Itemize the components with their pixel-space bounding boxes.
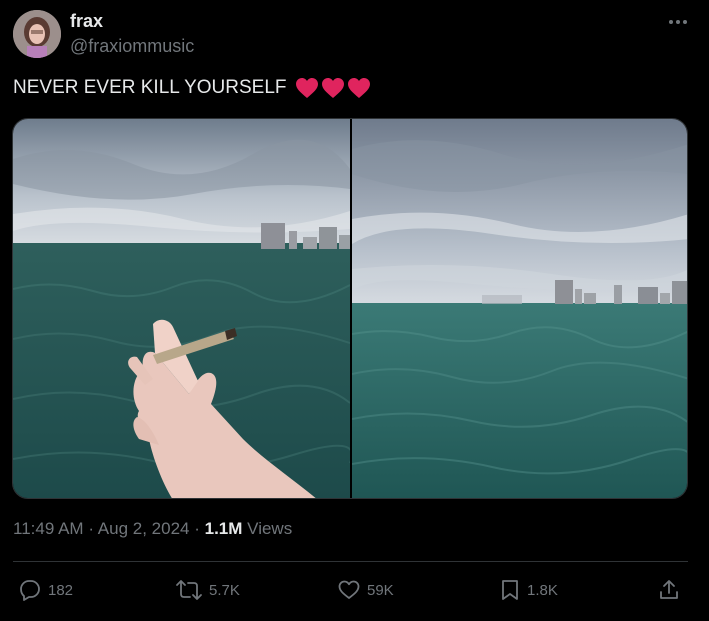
views-label: Views	[247, 519, 293, 538]
red-heart-emoji-icon	[347, 78, 370, 98]
divider	[13, 561, 688, 562]
bookmark-count: 1.8K	[527, 581, 558, 599]
tweet-date[interactable]: Aug 2, 2024	[98, 519, 190, 538]
red-heart-emoji-icon	[295, 78, 318, 98]
heart-icon	[338, 580, 360, 599]
display-name[interactable]: frax	[70, 11, 103, 32]
tweet-text: NEVER EVER KILL YOURSELF	[13, 77, 371, 99]
like-button[interactable]: 59K	[337, 578, 394, 602]
bookmark-button[interactable]: 1.8K	[499, 578, 558, 602]
repost-count: 5.7K	[209, 581, 240, 599]
bookmark-icon	[502, 580, 518, 600]
red-heart-emoji-icon	[321, 78, 344, 98]
reply-count: 182	[48, 581, 74, 599]
reply-button[interactable]: 182	[18, 578, 73, 602]
tweet-text-content: NEVER EVER KILL YOURSELF	[13, 77, 287, 98]
repost-button[interactable]: 5.7K	[175, 578, 240, 602]
photo-lake-skyline[interactable]	[352, 119, 687, 498]
meta-separator: ·	[194, 519, 200, 538]
heart-emojis	[295, 77, 371, 99]
share-icon	[660, 580, 678, 599]
photo-hand-holding-joint[interactable]	[13, 119, 350, 498]
avatar[interactable]	[13, 10, 61, 58]
meta-separator: ·	[88, 519, 94, 538]
more-options-button[interactable]	[664, 10, 692, 34]
tweet: frax @fraxiommusic NEVER EVER KILL YOURS…	[0, 0, 709, 621]
repost-icon	[176, 580, 202, 600]
reply-icon	[20, 580, 40, 601]
media-grid	[12, 118, 688, 499]
tweet-time[interactable]: 11:49 AM	[13, 519, 84, 538]
user-handle[interactable]: @fraxiommusic	[70, 36, 194, 57]
tweet-meta: 11:49 AM · Aug 2, 2024 · 1.1M Views	[13, 519, 292, 539]
share-button[interactable]	[657, 578, 681, 602]
like-count: 59K	[367, 581, 394, 599]
views-count: 1.1M	[204, 519, 243, 538]
more-icon	[669, 20, 687, 24]
